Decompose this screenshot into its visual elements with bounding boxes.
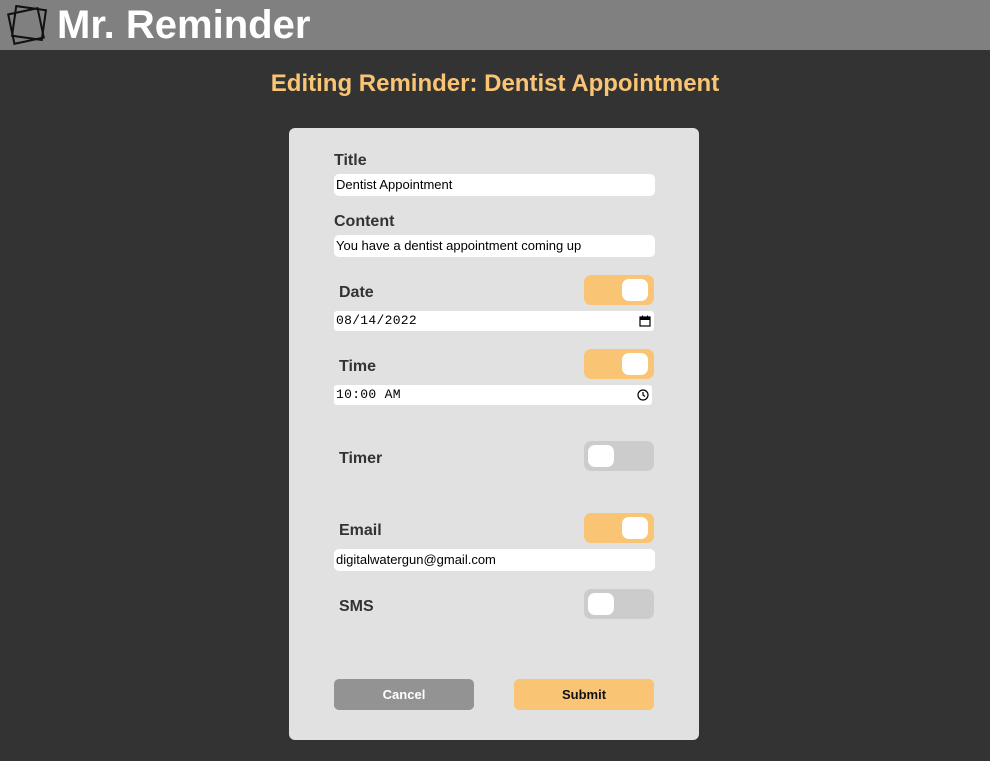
top-bar: Mr. Reminder <box>0 0 990 50</box>
title-input[interactable]: Dentist Appointment <box>334 174 655 196</box>
email-toggle-knob <box>622 517 648 539</box>
time-toggle[interactable] <box>584 349 654 379</box>
timer-toggle-knob <box>588 445 614 467</box>
app-logo-icon <box>7 4 48 45</box>
time-label: Time <box>339 358 377 375</box>
email-label: Email <box>339 522 382 539</box>
time-toggle-knob <box>622 353 648 375</box>
sms-label: SMS <box>339 598 374 615</box>
reminder-form: Title Dentist Appointment Content You ha… <box>289 128 699 740</box>
calendar-icon[interactable] <box>639 315 651 327</box>
time-value: 10:00 AM <box>336 387 401 402</box>
sms-toggle[interactable] <box>584 589 654 619</box>
content-input[interactable]: You have a dentist appointment coming up <box>334 235 655 257</box>
clock-icon[interactable] <box>637 389 649 401</box>
email-toggle[interactable] <box>584 513 654 543</box>
title-label: Title <box>334 152 367 169</box>
time-input[interactable]: 10:00 AM <box>334 385 652 405</box>
app-title: Mr. Reminder <box>57 3 311 47</box>
timer-toggle[interactable] <box>584 441 654 471</box>
date-input[interactable]: 08/14/2022 <box>334 311 654 331</box>
sms-toggle-knob <box>588 593 614 615</box>
submit-button[interactable]: Submit <box>514 679 654 710</box>
date-toggle-knob <box>622 279 648 301</box>
date-toggle[interactable] <box>584 275 654 305</box>
page-heading: Editing Reminder: Dentist Appointment <box>270 70 720 97</box>
timer-label: Timer <box>339 450 383 467</box>
date-label: Date <box>339 284 374 301</box>
date-value: 08/14/2022 <box>336 313 418 328</box>
email-input[interactable]: digitalwatergun@gmail.com <box>334 549 655 571</box>
cancel-button[interactable]: Cancel <box>334 679 474 710</box>
content-label: Content <box>334 213 395 230</box>
